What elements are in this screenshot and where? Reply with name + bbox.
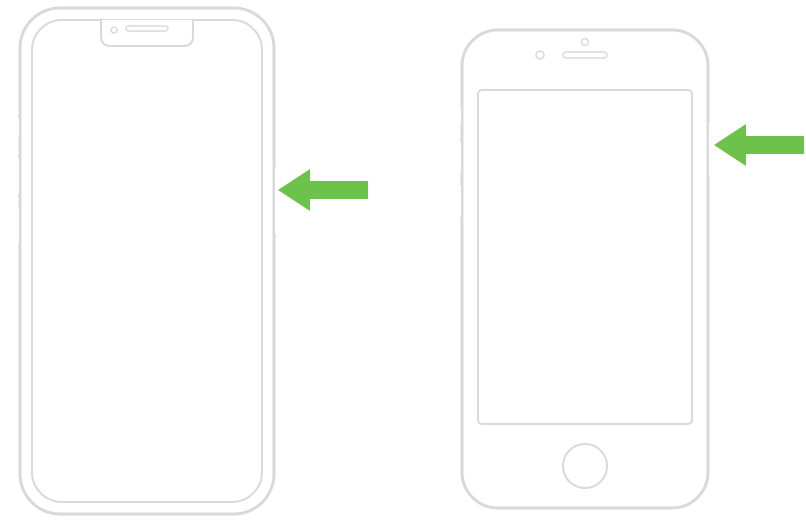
arrow-right-phone-side-button: [714, 120, 804, 170]
phone-face-id: [18, 6, 276, 516]
diagram-two-iphones-side-button: Side button Side button: [0, 0, 806, 530]
phone-home-button: [460, 28, 710, 510]
arrow-left-phone-side-button: [278, 165, 368, 215]
